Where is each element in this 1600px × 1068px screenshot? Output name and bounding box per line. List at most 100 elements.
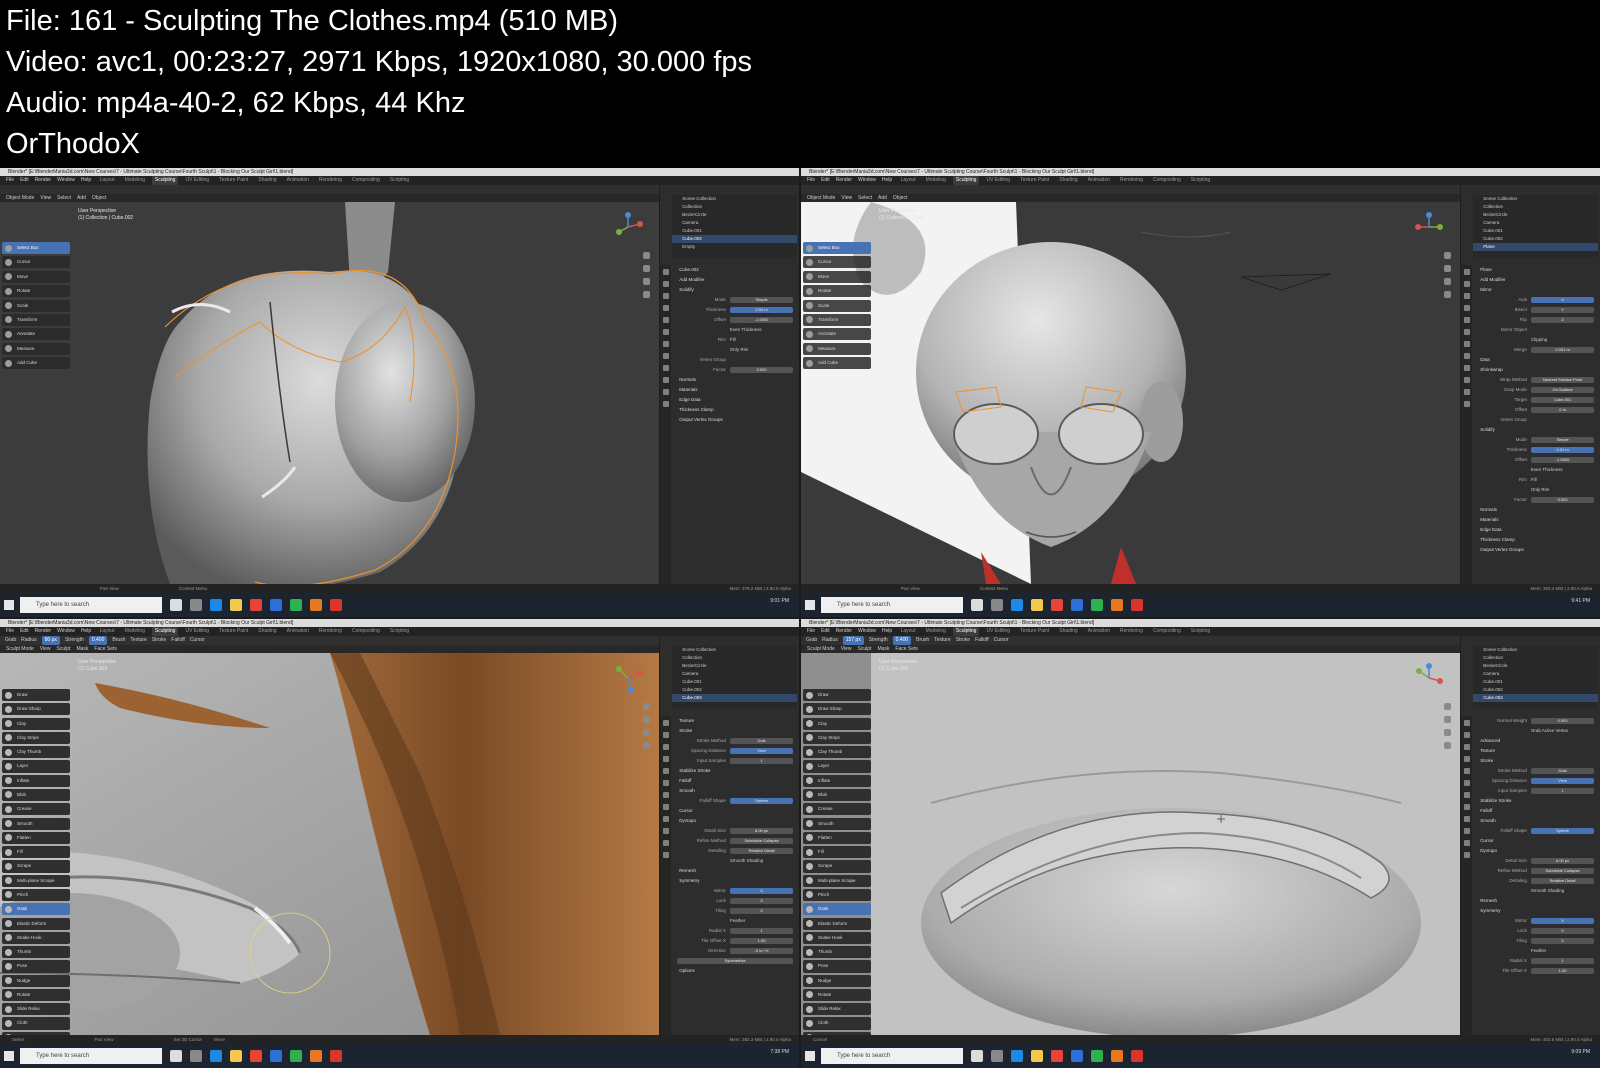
- prop-grab-active[interactable]: Grab Active Vertex: [1474, 726, 1598, 736]
- sculpt-tool-slide-relax[interactable]: Slide Relax: [803, 1003, 871, 1016]
- edge-icon[interactable]: [1011, 1050, 1023, 1062]
- tool-add-cube[interactable]: Add Cube: [2, 357, 70, 370]
- panel-edge-data[interactable]: Edge Data: [1474, 525, 1598, 535]
- object-icon[interactable]: [662, 329, 669, 335]
- recorder-icon[interactable]: [330, 1050, 342, 1062]
- world-icon[interactable]: [1463, 768, 1470, 774]
- constraints-icon[interactable]: [662, 828, 669, 834]
- menu-file[interactable]: File: [6, 176, 14, 185]
- texture-menu[interactable]: Texture: [934, 636, 950, 645]
- cortana-icon[interactable]: [971, 599, 983, 611]
- cursor-menu[interactable]: Cursor: [994, 636, 1009, 645]
- sculpt-tool-thumb[interactable]: Thumb: [803, 946, 871, 959]
- scene-icon[interactable]: [1463, 305, 1470, 311]
- store-icon[interactable]: [270, 1050, 282, 1062]
- sculpt-tool-pose[interactable]: Pose: [803, 960, 871, 973]
- sculpt-tool-cloth[interactable]: Cloth: [2, 1017, 70, 1030]
- tab-shading[interactable]: Shading: [1056, 627, 1080, 636]
- tab-layout[interactable]: Layout: [898, 627, 919, 636]
- viewport-3d[interactable]: User Perspective (1) Cube.003 Draw Draw S…: [0, 653, 660, 1035]
- sculpt-tool-pinch[interactable]: Pinch: [2, 888, 70, 902]
- brush-name[interactable]: Grab: [5, 636, 16, 645]
- menu-help[interactable]: Help: [882, 176, 892, 185]
- prop-vertex-group[interactable]: Vertex Group: [1474, 415, 1598, 425]
- sculpt-tool-cloth[interactable]: Cloth: [803, 1017, 871, 1030]
- tab-sculpting[interactable]: Sculpting: [952, 176, 980, 185]
- menu-mask[interactable]: Mask: [877, 645, 889, 653]
- camera-icon[interactable]: [1444, 278, 1452, 285]
- outliner-row[interactable]: Camera: [672, 219, 797, 227]
- constraints-icon[interactable]: [1463, 828, 1470, 834]
- outliner-row[interactable]: Cube.002: [1473, 686, 1598, 694]
- outliner-row[interactable]: Cube.002: [672, 686, 797, 694]
- hand-icon[interactable]: [1444, 265, 1452, 272]
- prop-even-thickness[interactable]: Even Thickness: [673, 325, 797, 335]
- menu-help[interactable]: Help: [81, 176, 91, 185]
- recorder-icon[interactable]: [1131, 599, 1143, 611]
- outliner-row[interactable]: Empty: [672, 243, 797, 251]
- prop-feather[interactable]: Feather: [673, 916, 797, 926]
- falloff-preset[interactable]: Smooth: [673, 786, 797, 796]
- tab-scripting[interactable]: Scripting: [1188, 627, 1213, 636]
- outliner-row[interactable]: Cube.001: [672, 227, 797, 235]
- prop-only-rim[interactable]: Only Rim: [1474, 485, 1598, 495]
- app-icon[interactable]: [1091, 1050, 1103, 1062]
- clock[interactable]: 9:09 PM: [1571, 1048, 1590, 1056]
- sculpt-tool-scrape[interactable]: Scrape: [803, 860, 871, 873]
- tab-rendering[interactable]: Rendering: [316, 176, 345, 185]
- sculpt-tool-crease[interactable]: Crease: [2, 803, 70, 816]
- outliner-row[interactable]: Cube.001: [1473, 678, 1598, 686]
- prop-rim-fill[interactable]: Rim Fill: [1474, 475, 1598, 485]
- navigation-gizmo[interactable]: [1414, 212, 1444, 242]
- tab-compositing[interactable]: Compositing: [1150, 176, 1184, 185]
- viewport-3d[interactable]: User Perspective (1) Collection | Plane …: [801, 202, 1461, 584]
- menu-select[interactable]: Select: [858, 194, 872, 202]
- sculpt-tool-thumb[interactable]: Thumb: [2, 946, 70, 959]
- data-icon[interactable]: [1463, 389, 1470, 395]
- render-icon[interactable]: [662, 281, 669, 287]
- physics-icon[interactable]: [1463, 816, 1470, 822]
- material-icon[interactable]: [1463, 852, 1470, 858]
- tab-compositing[interactable]: Compositing: [349, 627, 383, 636]
- panel-thickness-clamp[interactable]: Thickness Clamp: [673, 405, 797, 415]
- menu-window[interactable]: Window: [858, 176, 876, 185]
- panel-texture[interactable]: Texture: [673, 716, 797, 726]
- data-icon[interactable]: [1463, 840, 1470, 846]
- render-icon[interactable]: [662, 732, 669, 738]
- material-icon[interactable]: [662, 852, 669, 858]
- tab-texture-paint[interactable]: Texture Paint: [216, 176, 251, 185]
- tab-shading[interactable]: Shading: [1056, 176, 1080, 185]
- hand-icon[interactable]: [643, 265, 651, 272]
- sculpt-tool-draw[interactable]: Draw: [2, 689, 70, 702]
- particles-icon[interactable]: [662, 804, 669, 810]
- falloff-menu[interactable]: Falloff: [171, 636, 185, 645]
- app-icon[interactable]: [290, 1050, 302, 1062]
- tool-icon[interactable]: [1463, 269, 1470, 275]
- menu-view[interactable]: View: [40, 645, 51, 653]
- windows-start-icon[interactable]: [4, 600, 14, 610]
- panel-cursor[interactable]: Cursor: [1474, 836, 1598, 846]
- stroke-menu[interactable]: Stroke: [956, 636, 970, 645]
- outliner-row[interactable]: BezierCircle: [1473, 211, 1598, 219]
- object-icon[interactable]: [662, 780, 669, 786]
- folder-icon[interactable]: [1031, 599, 1043, 611]
- tool-icon[interactable]: [662, 720, 669, 726]
- panel-remesh[interactable]: Remesh: [673, 866, 797, 876]
- tab-layout[interactable]: Layout: [898, 176, 919, 185]
- tab-modeling[interactable]: Modeling: [923, 627, 949, 636]
- tool-transform[interactable]: Transform: [2, 313, 70, 326]
- task-view-icon[interactable]: [991, 599, 1003, 611]
- clock[interactable]: 9:01 PM: [770, 597, 789, 605]
- sculpt-tool-clay-thumb[interactable]: Clay Thumb: [2, 746, 70, 759]
- menu-window[interactable]: Window: [57, 627, 75, 636]
- task-view-icon[interactable]: [190, 1050, 202, 1062]
- menu-object[interactable]: Object: [893, 194, 907, 202]
- sculpt-tool-slide-relax[interactable]: Slide Relax: [2, 1003, 70, 1016]
- panel-remesh[interactable]: Remesh: [1474, 896, 1598, 906]
- tool-measure[interactable]: Measure: [2, 342, 70, 355]
- panel-stroke[interactable]: Stroke: [1474, 756, 1598, 766]
- outliner-row-selected[interactable]: Cube.003: [1473, 694, 1598, 702]
- outliner-row[interactable]: Camera: [1473, 670, 1598, 678]
- world-icon[interactable]: [1463, 317, 1470, 323]
- sculpt-tool-blob[interactable]: Blob: [803, 788, 871, 802]
